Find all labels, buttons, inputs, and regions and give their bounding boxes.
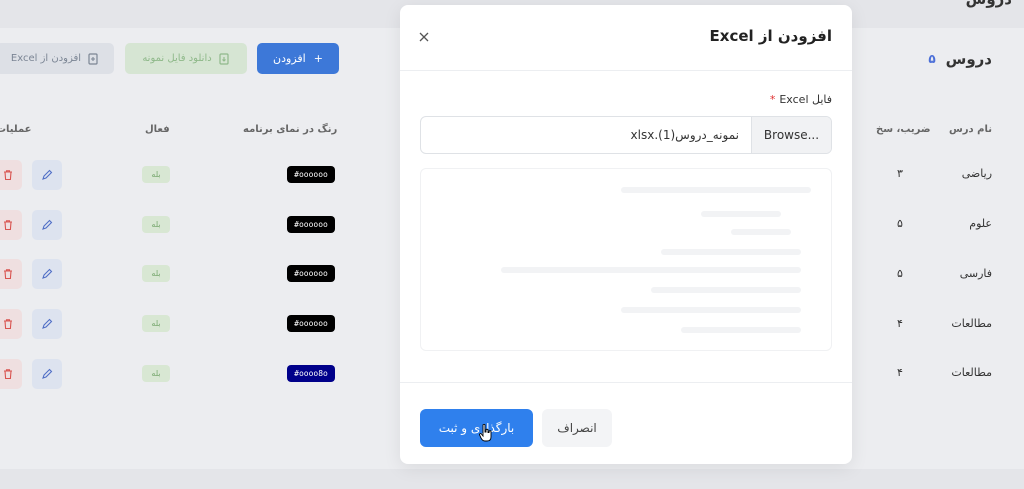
preview-line <box>661 249 801 255</box>
color-chip: #oooooo <box>287 315 335 332</box>
preview-line <box>681 327 801 333</box>
add-button-label: افزودن <box>273 52 306 65</box>
preview-line <box>501 267 801 273</box>
delete-button[interactable] <box>0 160 22 190</box>
pencil-icon <box>42 318 53 329</box>
lesson-name: علوم <box>969 217 992 230</box>
edit-button[interactable] <box>32 359 62 389</box>
card-title: دروس ۵ <box>928 50 992 68</box>
field-label-text: فایل Excel <box>779 93 832 106</box>
count-badge: ۵ <box>928 52 936 66</box>
lesson-name: فارسی <box>959 267 992 280</box>
close-button[interactable] <box>416 29 432 45</box>
delete-button[interactable] <box>0 309 22 339</box>
preview-line <box>621 307 801 313</box>
edit-button[interactable] <box>32 210 62 240</box>
active-badge: بله <box>142 216 170 233</box>
header-coefficient: ضریب، سخ <box>876 124 931 135</box>
header-active: فعال <box>145 124 170 135</box>
trash-icon <box>4 319 12 330</box>
header-actions: عملیات <box>0 124 32 135</box>
selected-file-name: نمونه_دروس(1).xlsx <box>630 128 739 142</box>
lesson-name: ریاضی <box>961 167 992 180</box>
pencil-icon <box>42 268 53 279</box>
import-excel-label: افزودن از Excel <box>10 53 82 64</box>
preview-line <box>701 211 781 217</box>
hand-cursor-icon <box>479 424 492 442</box>
download-sample-button[interactable]: دانلود فایل نمونه <box>125 43 247 74</box>
browse-button[interactable]: Browse... <box>751 117 831 153</box>
trash-icon <box>4 170 12 181</box>
file-preview-panel <box>420 168 832 351</box>
delete-button[interactable] <box>0 259 22 289</box>
trash-icon <box>4 369 12 380</box>
download-sample-label: دانلود فایل نمونه <box>142 53 212 64</box>
header-name: نام درس <box>948 124 992 135</box>
lesson-name: مطالعات <box>951 317 992 330</box>
lesson-coefficient: ۵ <box>897 217 903 230</box>
close-icon <box>419 32 429 42</box>
cancel-button[interactable]: انصراف <box>542 409 612 447</box>
submit-upload-button[interactable]: بارگذاری و ثبت <box>420 409 533 447</box>
active-badge: بله <box>142 265 170 282</box>
lesson-name: مطالعات <box>951 366 992 379</box>
preview-line <box>651 287 801 293</box>
active-badge: بله <box>142 365 170 382</box>
edit-button[interactable] <box>32 259 62 289</box>
file-import-icon <box>88 52 98 65</box>
pencil-icon <box>42 219 53 230</box>
modal-title: افزودن از Excel <box>709 27 832 45</box>
lesson-coefficient: ۴ <box>897 317 903 330</box>
pencil-icon <box>42 169 53 180</box>
preview-line <box>621 187 811 193</box>
file-input[interactable]: Browse... نمونه_دروس(1).xlsx <box>420 116 832 154</box>
edit-button[interactable] <box>32 160 62 190</box>
delete-button[interactable] <box>0 210 22 240</box>
lesson-coefficient: ۵ <box>897 267 903 280</box>
preview-line <box>731 229 791 235</box>
lesson-coefficient: ۴ <box>897 366 903 379</box>
import-excel-button[interactable]: افزودن از Excel <box>0 43 114 74</box>
page-title: دروس <box>966 0 1012 8</box>
modal-header: افزودن از Excel <box>400 5 852 71</box>
color-chip: #oooooo <box>287 216 335 233</box>
edit-button[interactable] <box>32 309 62 339</box>
pencil-icon <box>42 368 53 379</box>
color-chip: #oooooo <box>287 265 335 282</box>
trash-icon <box>4 269 12 280</box>
color-chip: #oooo8o <box>287 365 335 382</box>
lesson-coefficient: ۳ <box>897 167 903 180</box>
delete-button[interactable] <box>0 359 22 389</box>
field-label: فایل Excel* <box>770 93 832 106</box>
active-badge: بله <box>142 166 170 183</box>
card-title-text: دروس <box>945 50 992 68</box>
header-color: رنگ در نمای برنامه <box>243 124 338 135</box>
modal-footer: بارگذاری و ثبت انصراف <box>400 382 852 464</box>
color-chip: #oooooo <box>287 166 335 183</box>
add-button[interactable]: + افزودن <box>257 43 339 74</box>
active-badge: بله <box>142 315 170 332</box>
file-download-icon <box>219 52 229 65</box>
plus-icon: + <box>313 52 323 65</box>
import-excel-modal: افزودن از Excel فایل Excel* Browse... نم… <box>400 5 852 464</box>
trash-icon <box>4 220 12 231</box>
required-mark: * <box>769 93 776 106</box>
